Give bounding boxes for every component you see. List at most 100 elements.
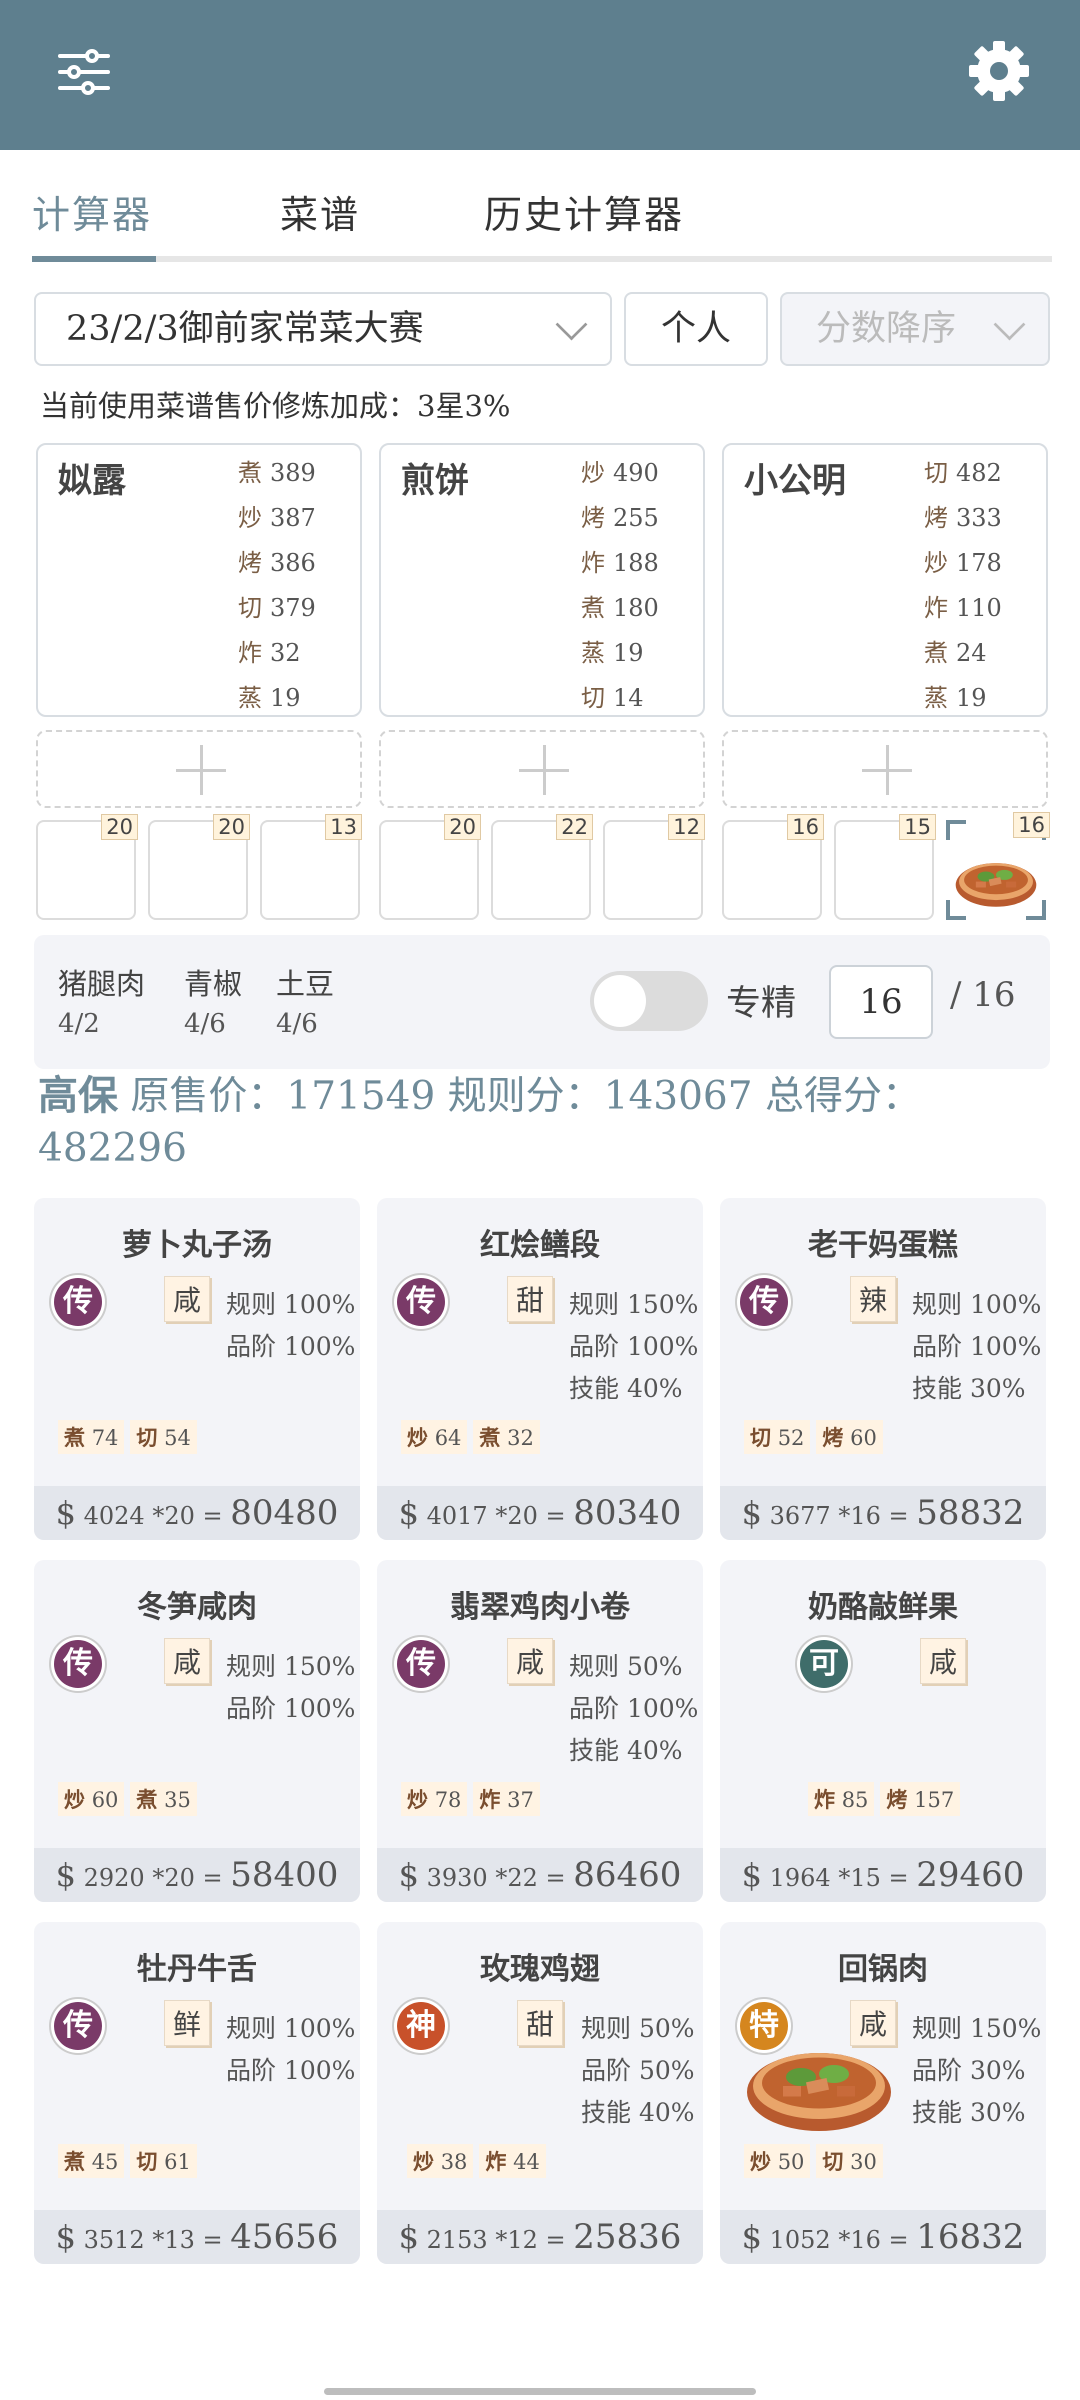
recipe-stat: 规则 50% (581, 2014, 695, 2043)
recipe-price: 3930 (426, 1864, 488, 1892)
rarity-badge: 传 (740, 1278, 788, 1326)
recipe-slot[interactable]: 20 (379, 814, 481, 920)
recipe-multiplier: *22 (495, 1864, 538, 1892)
recipe-skill: 切 61 (130, 2144, 197, 2178)
tab-calculator[interactable]: 计算器 (32, 184, 152, 239)
recipe-card[interactable]: 玫瑰鸡翅神 甜规则 50% 品阶 50% 技能 40% 炒 38 炸 44 $ 2153 *… (377, 1922, 703, 2264)
slot-count-badge: 16 (787, 814, 824, 840)
slot-count-badge: 12 (668, 814, 705, 840)
sort-select[interactable]: 分数降序 (780, 292, 1050, 366)
add-chef-equip-button[interactable] (379, 730, 705, 808)
recipe-stat: 技能 40% (569, 1736, 683, 1765)
active-tab-indicator (32, 256, 156, 262)
app-header (0, 0, 1080, 150)
chef-skill: 煮 389 (238, 459, 316, 487)
chef-skill: 烤 386 (238, 549, 316, 577)
recipe-skill: 炒 78 (401, 1782, 468, 1816)
recipe-slot[interactable]: 20 (36, 814, 138, 920)
flavor-tag: 辣 (850, 1276, 897, 1322)
recipe-total: 80480 (230, 1493, 339, 1533)
recipe-slot[interactable]: 15 (834, 814, 936, 920)
recipe-card[interactable]: 牡丹牛舌传 鲜规则 100% 品阶 100% 煮 45 切 61 $ 3512 *13 =… (34, 1922, 360, 2264)
recipe-stat: 品阶 100% (226, 1694, 356, 1723)
recipe-price-bar: $ 1052 *16 = 16832 (720, 2210, 1046, 2264)
recipe-stat: 技能 40% (581, 2098, 695, 2127)
recipe-stat: 品阶 100% (569, 1694, 699, 1723)
slot-count-badge: 13 (325, 814, 362, 840)
ingredient-panel: 猪腿肉 4/2 青椒 4/6 土豆 4/6 专精 16 / 16 (34, 935, 1050, 1069)
mode-select[interactable]: 个人 (624, 292, 768, 366)
recipe-skill: 煮 32 (473, 1420, 540, 1454)
specialize-max: / 16 (950, 975, 1016, 1015)
recipe-stat: 技能 30% (912, 2098, 1026, 2127)
tab-recipes[interactable]: 菜谱 (280, 184, 360, 239)
recipe-card[interactable]: 回锅肉特 咸规则 150% 品阶 30% 技能 30% 炒 50 切 30 $ 1052 *… (720, 1922, 1046, 2264)
rarity-badge: 传 (54, 1640, 102, 1688)
chef-name: 煎饼 (401, 461, 469, 501)
recipe-price-bar: $ 4024 *20 = 80480 (34, 1486, 360, 1540)
recipe-slot[interactable]: 13 (260, 814, 362, 920)
ingredient-item: 猪腿肉 4/2 (58, 967, 146, 1039)
ingredient-item: 土豆 4/6 (276, 967, 335, 1039)
slot-count-badge: 15 (899, 814, 936, 840)
rarity-badge: 神 (397, 2002, 445, 2050)
recipe-name: 回锅肉 (838, 1952, 928, 1987)
chef-skill: 烤 333 (924, 504, 1002, 532)
recipe-slot[interactable]: 16 (946, 812, 1050, 920)
recipe-card[interactable]: 红烩鳝段传 甜规则 150% 品阶 100% 技能 40% 炒 64 煮 32 $ 4017… (377, 1198, 703, 1540)
recipe-stat: 品阶 30% (912, 2056, 1026, 2085)
bonus-info-text: 当前使用菜谱售价修炼加成：3星3% (40, 389, 511, 423)
recipe-skill: 切 52 (744, 1420, 811, 1454)
recipe-stat: 品阶 100% (226, 2056, 356, 2085)
recipe-stats: 规则 150% 品阶 30% 技能 30% (912, 2008, 1041, 2134)
slot-count-badge: 20 (101, 814, 138, 840)
recipe-card[interactable]: 老干妈蛋糕传 辣规则 100% 品阶 100% 技能 30% 切 52 烤 60 $ 367… (720, 1198, 1046, 1540)
add-chef-equip-button[interactable] (36, 730, 362, 808)
recipe-skills: 煮 45 切 61 (58, 2144, 203, 2178)
chef-card[interactable]: 小公明 切 482 烤 333 炒 178 炸 110 煮 24 蒸 19 (722, 443, 1048, 717)
specialize-toggle[interactable] (590, 971, 708, 1031)
recipe-skill: 炸 44 (479, 2144, 546, 2178)
recipe-stat: 规则 150% (569, 1290, 699, 1319)
recipe-name: 奶酪敲鲜果 (808, 1590, 958, 1625)
sliders-icon[interactable] (54, 42, 114, 102)
recipe-price-bar: $ 3512 *13 = 45656 (34, 2210, 360, 2264)
recipe-skill: 烤 157 (880, 1782, 961, 1816)
ingredient-item: 青椒 4/6 (184, 967, 243, 1039)
chef-card[interactable]: 煎饼 炒 490 烤 255 炸 188 煮 180 蒸 19 切 14 (379, 443, 705, 717)
add-chef-equip-button[interactable] (722, 730, 1048, 808)
chef-skill: 煮 180 (581, 594, 659, 622)
recipe-skill: 煮 45 (58, 2144, 125, 2178)
chef-skill: 蒸 19 (924, 684, 987, 712)
recipe-skills: 炒 50 切 30 (744, 2144, 889, 2178)
recipe-card[interactable]: 萝卜丸子汤传 咸规则 100% 品阶 100% 煮 74 切 54 $ 4024 *20 … (34, 1198, 360, 1540)
recipe-price: 4024 (83, 1502, 145, 1530)
recipe-card[interactable]: 冬笋咸肉传 咸规则 150% 品阶 100% 炒 60 煮 35 $ 2920 *20 =… (34, 1560, 360, 1902)
settings-gear-icon[interactable] (966, 38, 1032, 104)
recipe-skills: 切 52 烤 60 (744, 1420, 889, 1454)
recipe-price-bar: $ 2153 *12 = 25836 (377, 2210, 703, 2264)
recipe-slot[interactable]: 20 (148, 814, 250, 920)
contest-select[interactable]: 23/2/3御前家常菜大赛 (34, 292, 612, 366)
recipe-stats: 规则 150% 品阶 100% 技能 40% (569, 1284, 698, 1410)
recipe-price-bar: $ 1964 *15 = 29460 (720, 1848, 1046, 1902)
recipe-stats: 规则 50% 品阶 50% 技能 40% (581, 2008, 695, 2134)
flavor-tag: 咸 (164, 1638, 211, 1684)
recipe-card[interactable]: 奶酪敲鲜果可 咸炸 85 烤 157 $ 1964 *15 = 29460 (720, 1560, 1046, 1902)
recipe-price-bar: $ 2920 *20 = 58400 (34, 1848, 360, 1902)
recipe-slot[interactable]: 16 (722, 814, 824, 920)
recipe-stat: 技能 30% (912, 1374, 1026, 1403)
recipe-card[interactable]: 翡翠鸡肉小卷传 咸规则 50% 品阶 100% 技能 40% 炒 78 炸 37 $ 393… (377, 1560, 703, 1902)
chef-card[interactable]: 姒露 煮 389 炒 387 烤 386 切 379 炸 32 蒸 19 (36, 443, 362, 717)
flavor-tag: 咸 (507, 1638, 554, 1684)
tab-history-calculator[interactable]: 历史计算器 (484, 184, 684, 239)
toggle-knob (594, 975, 646, 1027)
recipe-slot[interactable]: 12 (603, 814, 705, 920)
rarity-badge: 传 (54, 1278, 102, 1326)
recipe-slot[interactable]: 22 (491, 814, 593, 920)
chef-skill: 炸 32 (238, 639, 301, 667)
specialize-count-input[interactable]: 16 (829, 965, 933, 1039)
chef-skill: 炸 188 (581, 549, 659, 577)
recipe-price: 1052 (769, 2226, 831, 2254)
recipe-name: 牡丹牛舌 (137, 1952, 257, 1987)
